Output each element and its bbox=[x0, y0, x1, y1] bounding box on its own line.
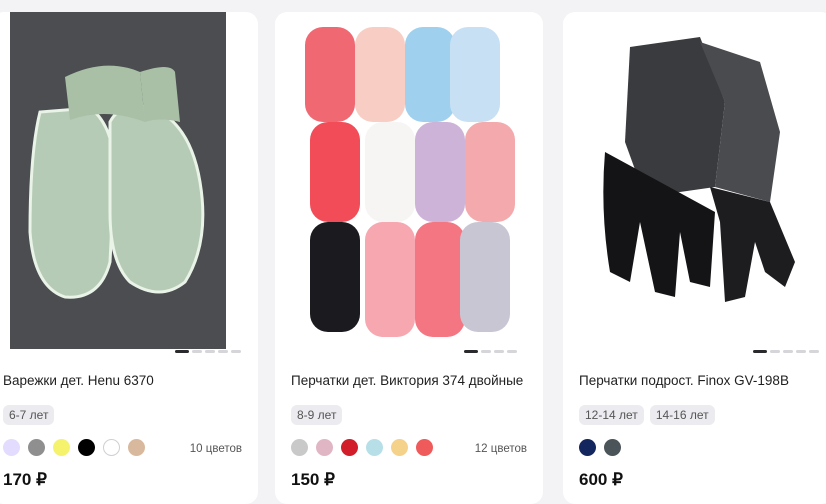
color-swatch[interactable] bbox=[291, 439, 308, 456]
size-chip[interactable]: 8-9 лет bbox=[291, 405, 343, 425]
product-card[interactable]: Перчатки дет. Виктория 374 двойные 8-9 л… bbox=[275, 12, 543, 504]
color-swatch[interactable] bbox=[316, 439, 333, 456]
color-swatch[interactable] bbox=[103, 439, 120, 456]
product-photo[interactable] bbox=[585, 12, 811, 349]
color-swatch[interactable] bbox=[416, 439, 433, 456]
colors-count: 10 цветов bbox=[189, 443, 242, 455]
color-swatch[interactable] bbox=[579, 439, 596, 456]
mittens-image bbox=[10, 12, 226, 349]
color-swatch[interactable] bbox=[78, 439, 95, 456]
color-swatch[interactable] bbox=[341, 439, 358, 456]
size-chips: 12-14 лет 14-16 лет bbox=[579, 405, 715, 425]
size-chips: 8-9 лет bbox=[291, 405, 343, 425]
product-title[interactable]: Перчатки подрост. Finox GV-198B bbox=[579, 372, 823, 389]
product-photo[interactable] bbox=[285, 12, 533, 349]
product-title[interactable]: Перчатки дет. Виктория 374 двойные bbox=[291, 372, 533, 389]
colors-count: 12 цветов bbox=[474, 443, 527, 455]
image-pager[interactable] bbox=[175, 350, 241, 353]
size-chip[interactable]: 12-14 лет bbox=[579, 405, 644, 425]
color-swatches bbox=[579, 439, 621, 456]
product-photo[interactable] bbox=[10, 12, 226, 349]
color-swatch[interactable] bbox=[604, 439, 621, 456]
product-price: 170 ₽ bbox=[3, 470, 47, 489]
product-card[interactable]: Варежки дет. Henu 6370 6-7 лет 10 цветов… bbox=[0, 12, 258, 504]
image-pager[interactable] bbox=[753, 350, 819, 353]
product-card[interactable]: Перчатки подрост. Finox GV-198B 12-14 ле… bbox=[563, 12, 826, 504]
gloves-grid-image bbox=[285, 12, 533, 349]
size-chip[interactable]: 14-16 лет bbox=[649, 405, 715, 425]
size-chips: 6-7 лет bbox=[3, 405, 55, 425]
color-swatch[interactable] bbox=[366, 439, 383, 456]
ski-gloves-image bbox=[585, 12, 811, 349]
color-swatch[interactable] bbox=[28, 439, 45, 456]
product-price: 600 ₽ bbox=[579, 470, 623, 489]
color-swatches bbox=[291, 439, 433, 456]
product-price: 150 ₽ bbox=[291, 470, 335, 489]
size-chip[interactable]: 6-7 лет bbox=[3, 405, 55, 425]
color-swatch[interactable] bbox=[53, 439, 70, 456]
color-swatch[interactable] bbox=[391, 439, 408, 456]
color-swatch[interactable] bbox=[3, 439, 20, 456]
color-swatches bbox=[3, 439, 145, 456]
product-title[interactable]: Варежки дет. Henu 6370 bbox=[3, 372, 248, 389]
image-pager[interactable] bbox=[464, 350, 517, 353]
color-swatch[interactable] bbox=[128, 439, 145, 456]
